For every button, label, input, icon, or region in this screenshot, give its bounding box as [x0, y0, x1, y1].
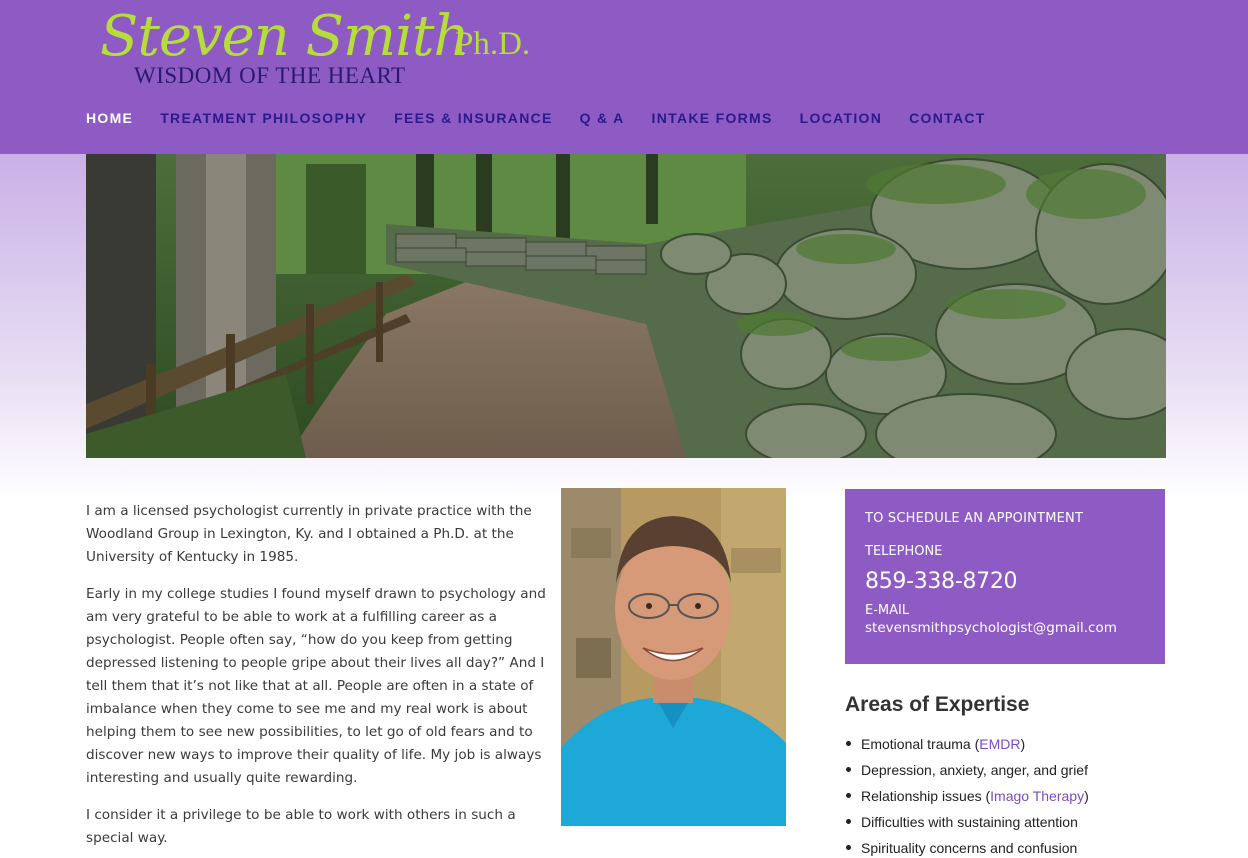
email-label: E-MAIL	[865, 603, 910, 618]
imago-therapy-link[interactable]: Imago Therapy	[990, 788, 1084, 804]
nav-location[interactable]: LOCATION	[800, 110, 882, 130]
bio-section: I am a licensed psychologist currently i…	[86, 500, 551, 858]
list-item-text: Emotional trauma (	[861, 736, 980, 752]
hero-image	[86, 154, 1166, 458]
nav-q-a[interactable]: Q & A	[580, 110, 625, 130]
email-address[interactable]: stevensmithpsychologist@gmail.com	[865, 620, 1145, 636]
nav-home[interactable]: HOME	[86, 110, 133, 130]
list-item-text: Depression, anxiety, anger, and grief	[861, 762, 1088, 778]
nav-fees-insurance[interactable]: FEES & INSURANCE	[394, 110, 552, 130]
list-item-text: Relationship issues (	[861, 788, 991, 804]
list-item: Spirituality concerns and confusion	[845, 835, 1165, 858]
bio-paragraph-3: I consider it a privilege to be able to …	[86, 807, 516, 846]
logo-suffix[interactable]: Ph.D.	[455, 26, 530, 63]
bio-paragraph-1: I am a licensed psychologist currently i…	[86, 503, 532, 565]
appointment-heading: TO SCHEDULE AN APPOINTMENT	[865, 511, 1084, 526]
portrait-photo	[561, 488, 786, 826]
bio-paragraph-2: Early in my college studies I found myse…	[86, 586, 546, 786]
main-nav: HOME TREATMENT PHILOSOPHY FEES & INSURAN…	[86, 110, 1013, 130]
telephone-number[interactable]: 859-338-8720	[865, 569, 1145, 594]
list-item: Depression, anxiety, anger, and grief	[845, 757, 1165, 783]
list-item: Relationship issues (Imago Therapy)	[845, 783, 1165, 809]
areas-title: Areas of Expertise	[845, 693, 1030, 716]
nav-contact[interactable]: CONTACT	[909, 110, 986, 130]
appointment-box: TO SCHEDULE AN APPOINTMENT TELEPHONE 859…	[845, 489, 1165, 664]
nav-treatment-philosophy[interactable]: TREATMENT PHILOSOPHY	[160, 110, 367, 130]
logo-name[interactable]: Steven Smith	[100, 4, 470, 69]
logo-tagline[interactable]: WISDOM OF THE HEART	[134, 63, 406, 89]
list-item: Emotional trauma (EMDR)	[845, 731, 1165, 757]
site-header: Steven Smith Ph.D. WISDOM OF THE HEART H…	[0, 0, 1248, 154]
list-item-text: Spirituality concerns and confusion	[861, 840, 1078, 856]
areas-list: Emotional trauma (EMDR) Depression, anxi…	[845, 731, 1165, 858]
emdr-link[interactable]: EMDR	[979, 736, 1020, 752]
nav-intake-forms[interactable]: INTAKE FORMS	[652, 110, 773, 130]
telephone-label: TELEPHONE	[865, 544, 943, 559]
list-item-text: )	[1084, 788, 1089, 804]
list-item: Difficulties with sustaining attention	[845, 809, 1165, 835]
list-item-text: Difficulties with sustaining attention	[861, 814, 1078, 830]
list-item-text: )	[1020, 736, 1026, 752]
